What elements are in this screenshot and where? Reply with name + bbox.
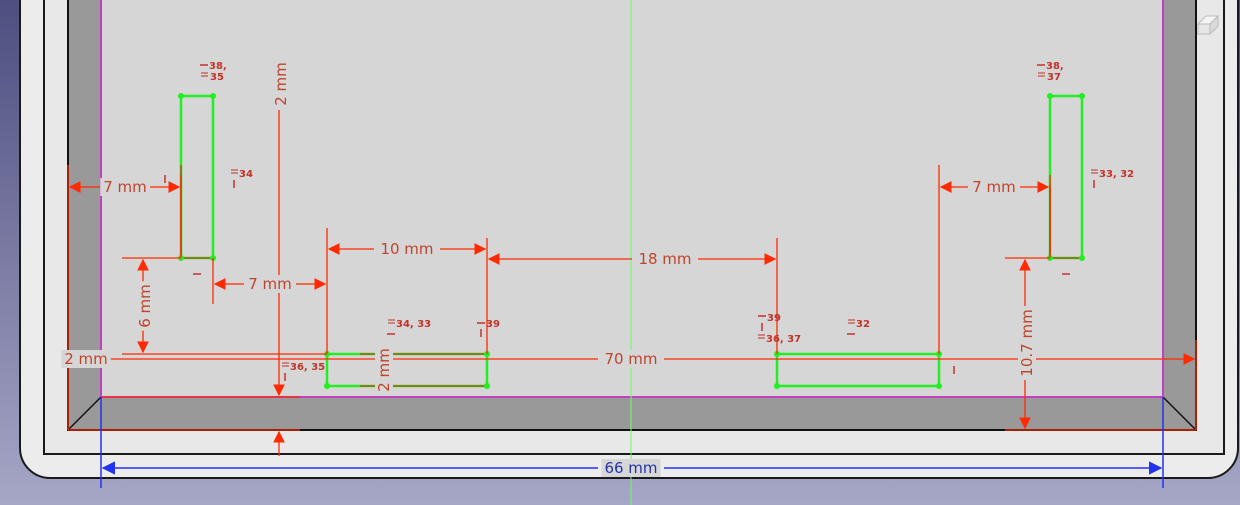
- dim-right-height[interactable]: 10.7 mm: [1018, 309, 1036, 376]
- sketch-canvas[interactable]: 7 mm 7 mm 10 mm 18 mm 70 mm 7 mm 66 mm 2…: [0, 0, 1240, 505]
- dim-pocket-width[interactable]: 10 mm: [380, 240, 433, 258]
- constraint-label: 32: [856, 319, 870, 330]
- constraint-label: 33, 32: [1099, 169, 1134, 180]
- dim-left-wall[interactable]: 2 mm: [64, 350, 108, 368]
- constraint-label: 36, 35: [290, 362, 325, 373]
- constraint-label: 36, 37: [766, 334, 801, 345]
- dim-pocket-spacing[interactable]: 18 mm: [638, 250, 691, 268]
- constraint-label: 39: [767, 313, 781, 324]
- constraint-label: 38,: [209, 61, 227, 72]
- sketch-canvas-area: [101, 0, 1163, 397]
- dim-pocket-height[interactable]: 2 mm: [375, 348, 393, 392]
- sketch-viewport[interactable]: 7 mm 7 mm 10 mm 18 mm 70 mm 7 mm 66 mm 2…: [0, 0, 1240, 505]
- dim-total-width[interactable]: 70 mm: [604, 350, 657, 368]
- dim-right-slot-offset[interactable]: 7 mm: [972, 178, 1016, 196]
- dim-vertical-clearance[interactable]: 2 mm: [272, 62, 290, 106]
- constraint-label: 34, 33: [396, 319, 431, 330]
- constraint-label: 37: [1047, 72, 1061, 83]
- dim-left-height[interactable]: 6 mm: [136, 284, 154, 328]
- constraint-label: 34: [239, 169, 253, 180]
- constraint-label: 35: [210, 72, 224, 83]
- constraint-label: 38,: [1046, 61, 1064, 72]
- dim-inner-width[interactable]: 66 mm: [604, 459, 657, 477]
- dim-left-slot-offset[interactable]: 7 mm: [103, 178, 147, 196]
- dim-gap-to-pocket[interactable]: 7 mm: [248, 275, 292, 293]
- constraint-label: 39: [486, 319, 500, 330]
